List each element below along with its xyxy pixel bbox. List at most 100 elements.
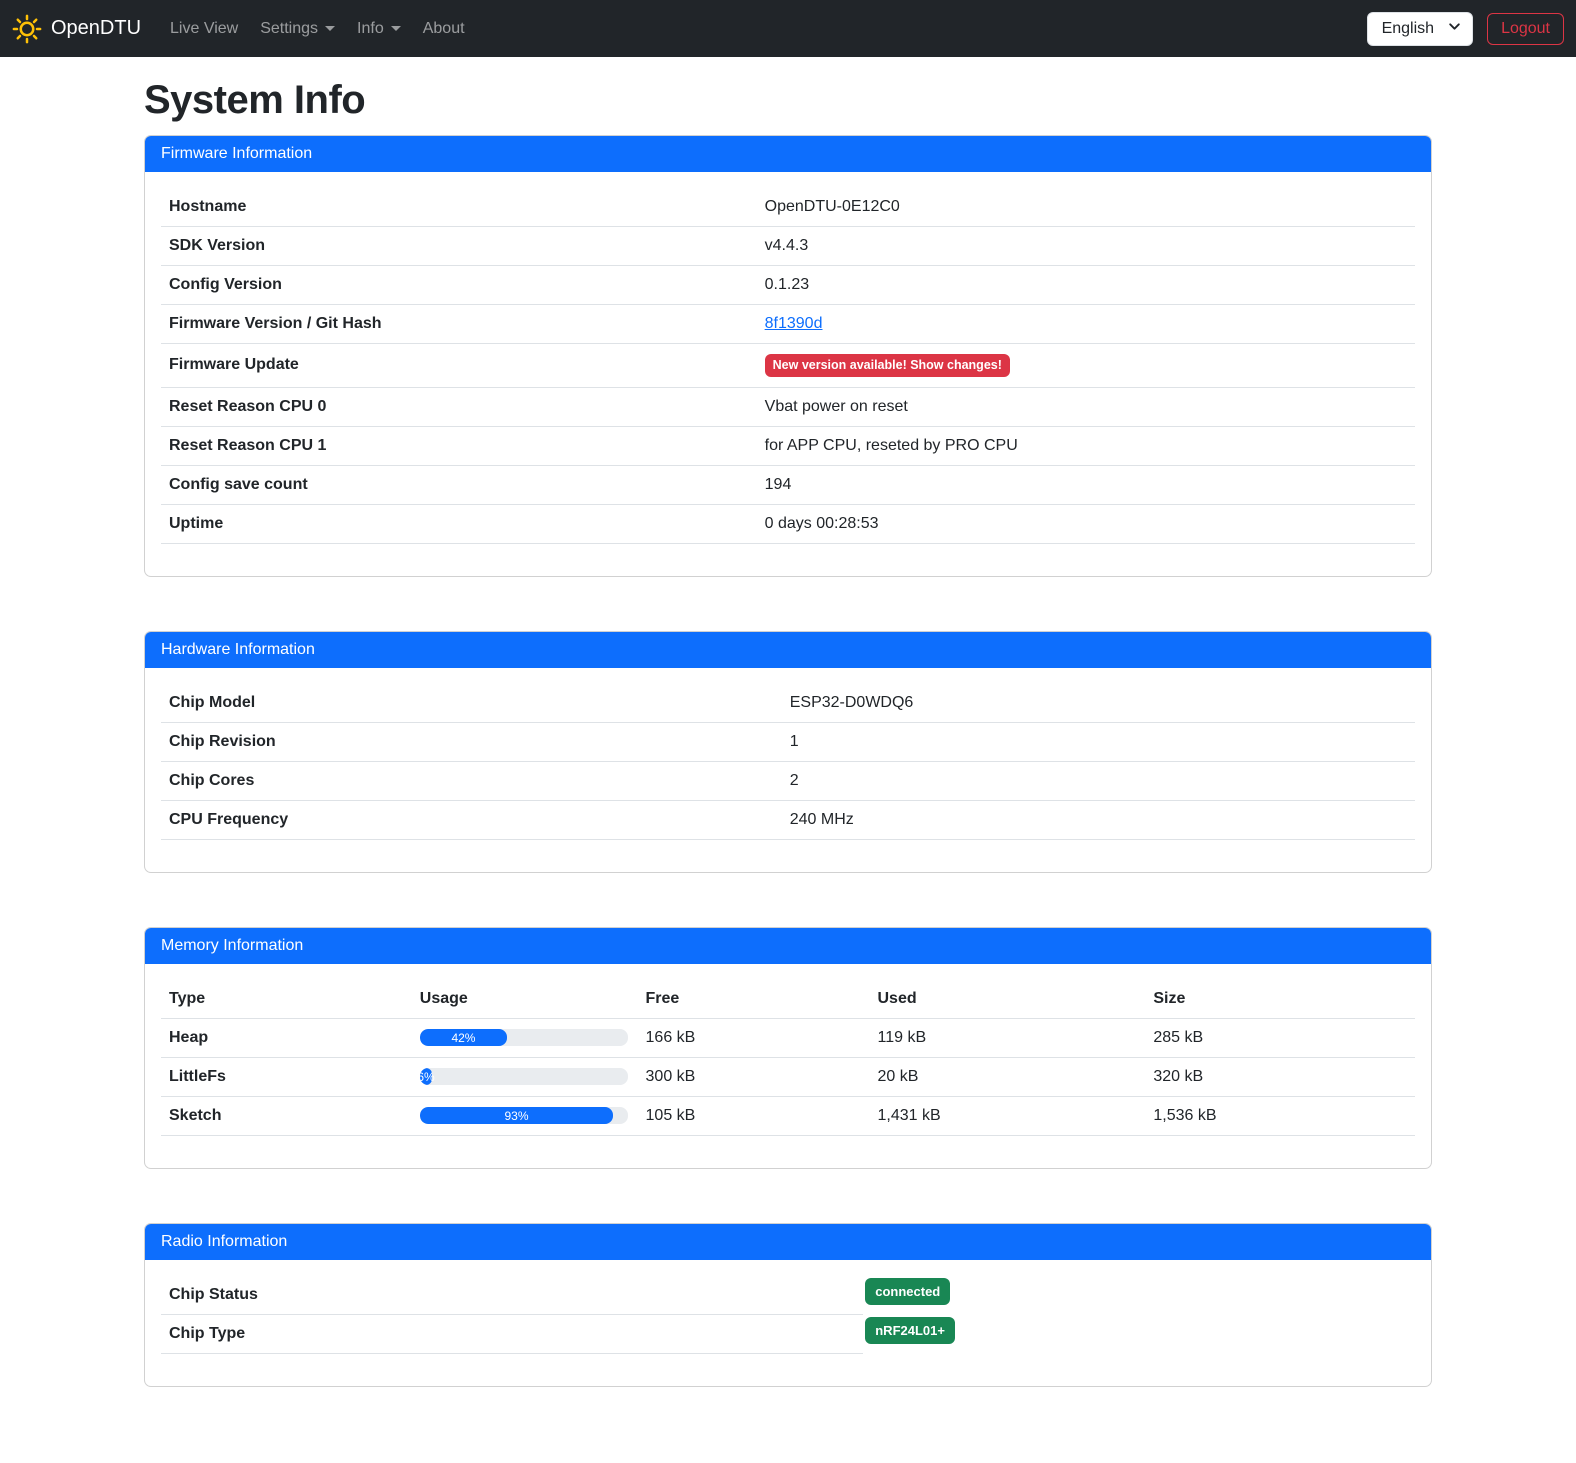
page-title: System Info [144, 78, 1432, 123]
brand-label: OpenDTU [51, 17, 141, 40]
usage-progress-label: 6% [420, 1070, 435, 1084]
usage-progress-bar: 42% [420, 1029, 507, 1046]
chip-status-badge: connected [865, 1278, 950, 1305]
row-label: Config Version [161, 266, 757, 305]
nav-item-info[interactable]: Info [349, 12, 409, 45]
memory-column-header: Size [1145, 980, 1415, 1019]
table-row: Chip ModelESP32-D0WDQ6 [161, 684, 1415, 723]
hardware-table: Chip ModelESP32-D0WDQ6Chip Revision1Chip… [161, 684, 1415, 840]
row-label: Chip Cores [161, 761, 782, 800]
memory-column-header: Used [870, 980, 1146, 1019]
sun-icon [12, 14, 42, 44]
badge-cell: nRF24L01+ [863, 1315, 955, 1344]
main-content: System Info Firmware Information Hostnam… [144, 78, 1432, 1387]
table-row: LittleFs6%300 kB20 kB320 kB [161, 1057, 1415, 1096]
row-label: Chip Status [161, 1276, 863, 1315]
table-row: Config Version0.1.23 [161, 266, 1415, 305]
row-label: Uptime [161, 504, 757, 543]
table-row: Sketch93%105 kB1,431 kB1,536 kB [161, 1096, 1415, 1135]
row-value: New version available! Show changes! [757, 344, 1415, 388]
nav-item-label: About [423, 20, 465, 37]
usage-progress-track: 93% [420, 1107, 628, 1124]
row-label: Chip Revision [161, 722, 782, 761]
memory-info-card: Memory Information TypeUsageFreeUsedSize… [144, 927, 1432, 1169]
row-value: for APP CPU, reseted by PRO CPU [757, 426, 1415, 465]
row-value: 8f1390d [757, 305, 1415, 344]
nav-item-label: Live View [170, 20, 238, 37]
row-label: Hostname [161, 188, 757, 227]
row-label: SDK Version [161, 227, 757, 266]
nav-item-about[interactable]: About [415, 12, 473, 45]
usage-progress-label: 93% [505, 1109, 529, 1123]
row-value: OpenDTU-0E12C0 [757, 188, 1415, 227]
memory-column-header: Free [638, 980, 870, 1019]
nav-item-settings[interactable]: Settings [252, 12, 343, 45]
table-row: Chip Cores2 [161, 761, 1415, 800]
usage-progress-track: 6% [420, 1068, 628, 1085]
firmware-info-card: Firmware Information HostnameOpenDTU-0E1… [144, 135, 1432, 577]
firmware-card-body: HostnameOpenDTU-0E12C0SDK Versionv4.4.3C… [145, 172, 1431, 576]
row-value: v4.4.3 [757, 227, 1415, 266]
hardware-card-body: Chip ModelESP32-D0WDQ6Chip Revision1Chip… [145, 668, 1431, 872]
row-value: 1 [782, 722, 1415, 761]
table-row: Chip Revision1 [161, 722, 1415, 761]
table-row: Reset Reason CPU 0Vbat power on reset [161, 387, 1415, 426]
row-label: Reset Reason CPU 0 [161, 387, 757, 426]
table-row: SDK Versionv4.4.3 [161, 227, 1415, 266]
language-select-value: English [1382, 20, 1434, 37]
brand-link[interactable]: OpenDTU [12, 10, 141, 48]
table-row: Firmware Version / Git Hash 8f1390d [161, 305, 1415, 344]
used-cell: 1,431 kB [870, 1096, 1146, 1135]
row-value: Vbat power on reset [757, 387, 1415, 426]
usage-cell: 6% [412, 1057, 638, 1096]
table-row: Chip TypenRF24L01+ [161, 1315, 1415, 1354]
usage-progress-label: 42% [451, 1031, 475, 1045]
chevron-down-icon [391, 26, 401, 31]
usage-progress-bar: 93% [420, 1107, 613, 1124]
radio-card-header: Radio Information [145, 1224, 1431, 1260]
hardware-info-card: Hardware Information Chip ModelESP32-D0W… [144, 631, 1432, 873]
radio-card-body: Chip StatusconnectedChip TypenRF24L01+ [145, 1260, 1431, 1386]
git-hash-link[interactable]: 8f1390d [765, 315, 823, 332]
navbar-right: English Logout [1367, 12, 1564, 46]
table-row: HostnameOpenDTU-0E12C0 [161, 188, 1415, 227]
firmware-table: HostnameOpenDTU-0E12C0SDK Versionv4.4.3C… [161, 188, 1415, 544]
navbar: OpenDTU Live ViewSettingsInfoAbout Engli… [0, 0, 1576, 57]
hardware-card-header: Hardware Information [145, 632, 1431, 668]
used-cell: 119 kB [870, 1018, 1146, 1057]
row-value: 240 MHz [782, 800, 1415, 839]
firmware-card-header: Firmware Information [145, 136, 1431, 172]
row-label: Firmware Version / Git Hash [161, 305, 757, 344]
firmware-update-badge[interactable]: New version available! Show changes! [765, 354, 1010, 377]
radio-table: Chip StatusconnectedChip TypenRF24L01+ [161, 1276, 1415, 1354]
row-value: 2 [782, 761, 1415, 800]
memory-card-body: TypeUsageFreeUsedSize Heap 42% 166 kB119 k… [145, 964, 1431, 1168]
usage-progress-track: 42% [420, 1029, 628, 1046]
table-row: Reset Reason CPU 1for APP CPU, reseted b… [161, 426, 1415, 465]
row-label: Config save count [161, 465, 757, 504]
free-cell: 166 kB [638, 1018, 870, 1057]
row-label: Chip Type [161, 1315, 863, 1354]
row-value: 0 days 00:28:53 [757, 504, 1415, 543]
radio-info-card: Radio Information Chip StatusconnectedCh… [144, 1223, 1432, 1387]
memory-column-header: Type [161, 980, 412, 1019]
size-cell: 320 kB [1145, 1057, 1415, 1096]
chevron-down-icon [1448, 20, 1461, 38]
size-cell: 1,536 kB [1145, 1096, 1415, 1135]
row-label: Heap [161, 1018, 412, 1057]
nav-menu: Live ViewSettingsInfoAbout [159, 20, 476, 38]
used-cell: 20 kB [870, 1057, 1146, 1096]
table-row: CPU Frequency240 MHz [161, 800, 1415, 839]
language-select[interactable]: English [1367, 12, 1473, 46]
table-row: Config save count194 [161, 465, 1415, 504]
nav-item-live-view[interactable]: Live View [162, 12, 246, 45]
memory-column-header: Usage [412, 980, 638, 1019]
badge-cell: connected [863, 1276, 950, 1305]
row-label: Chip Model [161, 684, 782, 723]
chevron-down-icon [325, 26, 335, 31]
memory-table-header-row: TypeUsageFreeUsedSize [161, 980, 1415, 1019]
row-value: 0.1.23 [757, 266, 1415, 305]
logout-button[interactable]: Logout [1487, 13, 1564, 45]
row-label: CPU Frequency [161, 800, 782, 839]
free-cell: 105 kB [638, 1096, 870, 1135]
